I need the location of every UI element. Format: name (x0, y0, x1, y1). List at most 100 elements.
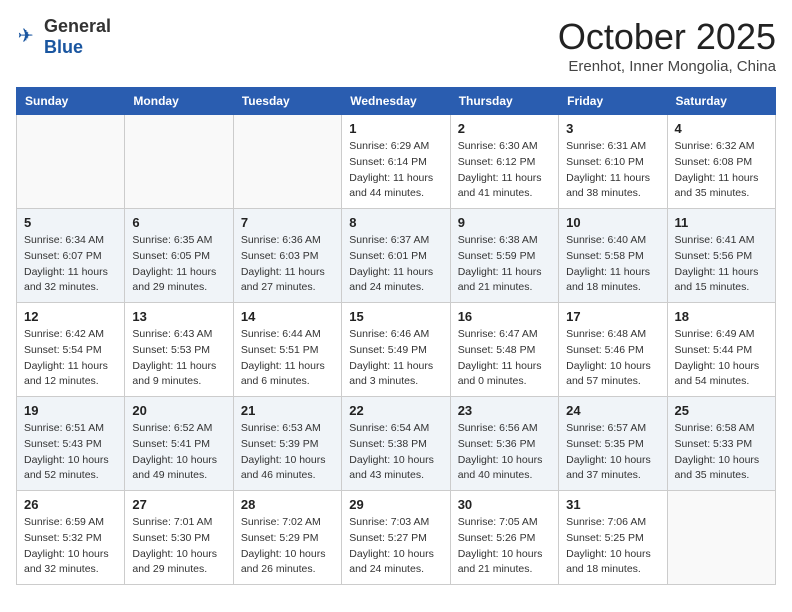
day-number: 14 (241, 309, 334, 324)
week-row-1: 1 Sunrise: 6:29 AMSunset: 6:14 PMDaylight… (17, 115, 776, 209)
calendar-cell: 2Sunrise: 6:30 AMSunset: 6:12 PMDaylight… (450, 115, 558, 209)
day-info: Sunrise: 6:49 AMSunset: 5:44 PMDaylight:… (675, 327, 768, 390)
day-number: 20 (132, 403, 225, 418)
day-number: 4 (675, 121, 768, 136)
week-row-2: 5 Sunrise: 6:34 AMSunset: 6:07 PMDaylight… (17, 209, 776, 303)
day-number: 28 (241, 497, 334, 512)
calendar-cell (17, 115, 125, 209)
day-number: 25 (675, 403, 768, 418)
svg-text:✈: ✈ (18, 25, 34, 46)
calendar-cell: 9 Sunrise: 6:38 AMSunset: 5:59 PMDaylight… (450, 209, 558, 303)
day-info: Sunrise: 6:43 AMSunset: 5:53 PMDaylight:… (132, 327, 225, 390)
day-number: 22 (349, 403, 442, 418)
weekday-header-tuesday: Tuesday (233, 88, 341, 115)
day-info: Sunrise: 6:41 AMSunset: 5:56 PMDaylight:… (675, 233, 768, 296)
day-number: 29 (349, 497, 442, 512)
day-number: 26 (24, 497, 117, 512)
calendar-cell: 21Sunrise: 6:53 AMSunset: 5:39 PMDayligh… (233, 397, 341, 491)
calendar-cell: 18 Sunrise: 6:49 AMSunset: 5:44 PMDayligh… (667, 303, 775, 397)
day-number: 12 (24, 309, 117, 324)
day-number: 1 (349, 121, 442, 136)
day-info: Sunrise: 6:44 AMSunset: 5:51 PMDaylight:… (241, 327, 334, 390)
day-number: 5 (24, 215, 117, 230)
weekday-header-sunday: Sunday (17, 88, 125, 115)
day-info: Sunrise: 7:02 AMSunset: 5:29 PMDaylight:… (241, 515, 334, 578)
logo-icon: ✈ (16, 25, 40, 49)
day-info: Sunrise: 6:37 AMSunset: 6:01 PMDaylight:… (349, 233, 442, 296)
calendar-cell: 23 Sunrise: 6:56 AMSunset: 5:36 PMDayligh… (450, 397, 558, 491)
calendar-cell: 3 Sunrise: 6:31 AMSunset: 6:10 PMDaylight… (559, 115, 667, 209)
day-info: Sunrise: 6:31 AMSunset: 6:10 PMDaylight:… (566, 139, 659, 202)
day-number: 13 (132, 309, 225, 324)
calendar-cell: 15Sunrise: 6:46 AMSunset: 5:49 PMDayligh… (342, 303, 450, 397)
calendar-cell: 20 Sunrise: 6:52 AMSunset: 5:41 PMDayligh… (125, 397, 233, 491)
calendar-cell: 11Sunrise: 6:41 AMSunset: 5:56 PMDayligh… (667, 209, 775, 303)
day-info: Sunrise: 6:51 AMSunset: 5:43 PMDaylight:… (24, 421, 117, 484)
day-number: 30 (458, 497, 551, 512)
day-info: Sunrise: 6:38 AMSunset: 5:59 PMDaylight:… (458, 233, 551, 296)
week-row-3: 12 Sunrise: 6:42 AMSunset: 5:54 PMDayligh… (17, 303, 776, 397)
day-info: Sunrise: 7:01 AMSunset: 5:30 PMDaylight:… (132, 515, 225, 578)
day-number: 17 (566, 309, 659, 324)
logo-blue: Blue (44, 37, 83, 57)
day-number: 3 (566, 121, 659, 136)
logo-general: General (44, 16, 111, 36)
calendar-cell: 19Sunrise: 6:51 AMSunset: 5:43 PMDayligh… (17, 397, 125, 491)
day-info: Sunrise: 6:29 AMSunset: 6:14 PMDaylight:… (349, 139, 442, 202)
day-number: 27 (132, 497, 225, 512)
calendar-cell (233, 115, 341, 209)
title-area: October 2025 Erenhot, Inner Mongolia, Ch… (558, 16, 776, 75)
calendar-cell: 24 Sunrise: 6:57 AMSunset: 5:35 PMDayligh… (559, 397, 667, 491)
weekday-header-monday: Monday (125, 88, 233, 115)
day-info: Sunrise: 6:34 AMSunset: 6:07 PMDaylight:… (24, 233, 117, 296)
day-number: 7 (241, 215, 334, 230)
weekday-header-row: SundayMondayTuesdayWednesdayThursdayFrid… (17, 88, 776, 115)
calendar-cell: 26 Sunrise: 6:59 AMSunset: 5:32 PMDayligh… (17, 491, 125, 585)
calendar-cell: 4Sunrise: 6:32 AMSunset: 6:08 PMDaylight… (667, 115, 775, 209)
calendar-cell: 1 Sunrise: 6:29 AMSunset: 6:14 PMDaylight… (342, 115, 450, 209)
location-subtitle: Erenhot, Inner Mongolia, China (558, 58, 776, 75)
weekday-header-thursday: Thursday (450, 88, 558, 115)
day-info: Sunrise: 7:06 AMSunset: 5:25 PMDaylight:… (566, 515, 659, 578)
calendar-cell: 27 Sunrise: 7:01 AMSunset: 5:30 PMDayligh… (125, 491, 233, 585)
day-info: Sunrise: 6:52 AMSunset: 5:41 PMDaylight:… (132, 421, 225, 484)
calendar-cell: 28 Sunrise: 7:02 AMSunset: 5:29 PMDayligh… (233, 491, 341, 585)
calendar-cell: 13 Sunrise: 6:43 AMSunset: 5:53 PMDayligh… (125, 303, 233, 397)
week-row-5: 26 Sunrise: 6:59 AMSunset: 5:32 PMDayligh… (17, 491, 776, 585)
calendar-cell: 25Sunrise: 6:58 AMSunset: 5:33 PMDayligh… (667, 397, 775, 491)
day-number: 31 (566, 497, 659, 512)
header: ✈ General Blue October 2025 Erenhot, Inn… (16, 16, 776, 75)
day-info: Sunrise: 6:54 AMSunset: 5:38 PMDaylight:… (349, 421, 442, 484)
weekday-header-wednesday: Wednesday (342, 88, 450, 115)
calendar-cell: 6Sunrise: 6:35 AMSunset: 6:05 PMDaylight… (125, 209, 233, 303)
day-number: 24 (566, 403, 659, 418)
day-info: Sunrise: 6:35 AMSunset: 6:05 PMDaylight:… (132, 233, 225, 296)
logo: ✈ General Blue (16, 16, 111, 58)
day-info: Sunrise: 6:56 AMSunset: 5:36 PMDaylight:… (458, 421, 551, 484)
calendar-cell (667, 491, 775, 585)
day-number: 18 (675, 309, 768, 324)
calendar-cell (125, 115, 233, 209)
calendar-cell: 31 Sunrise: 7:06 AMSunset: 5:25 PMDayligh… (559, 491, 667, 585)
day-info: Sunrise: 6:42 AMSunset: 5:54 PMDaylight:… (24, 327, 117, 390)
calendar-cell: 14 Sunrise: 6:44 AMSunset: 5:51 PMDayligh… (233, 303, 341, 397)
day-info: Sunrise: 6:53 AMSunset: 5:39 PMDaylight:… (241, 421, 334, 484)
day-info: Sunrise: 6:48 AMSunset: 5:46 PMDaylight:… (566, 327, 659, 390)
calendar-cell: 5 Sunrise: 6:34 AMSunset: 6:07 PMDaylight… (17, 209, 125, 303)
day-info: Sunrise: 7:05 AMSunset: 5:26 PMDaylight:… (458, 515, 551, 578)
weekday-header-friday: Friday (559, 88, 667, 115)
day-info: Sunrise: 6:47 AMSunset: 5:48 PMDaylight:… (458, 327, 551, 390)
day-number: 23 (458, 403, 551, 418)
day-number: 9 (458, 215, 551, 230)
day-info: Sunrise: 6:59 AMSunset: 5:32 PMDaylight:… (24, 515, 117, 578)
day-number: 16 (458, 309, 551, 324)
day-info: Sunrise: 6:36 AMSunset: 6:03 PMDaylight:… (241, 233, 334, 296)
calendar-cell: 29Sunrise: 7:03 AMSunset: 5:27 PMDayligh… (342, 491, 450, 585)
calendar-cell: 10Sunrise: 6:40 AMSunset: 5:58 PMDayligh… (559, 209, 667, 303)
calendar-cell: 16 Sunrise: 6:47 AMSunset: 5:48 PMDayligh… (450, 303, 558, 397)
calendar-cell: 17 Sunrise: 6:48 AMSunset: 5:46 PMDayligh… (559, 303, 667, 397)
day-info: Sunrise: 6:57 AMSunset: 5:35 PMDaylight:… (566, 421, 659, 484)
day-number: 15 (349, 309, 442, 324)
day-number: 10 (566, 215, 659, 230)
day-number: 8 (349, 215, 442, 230)
